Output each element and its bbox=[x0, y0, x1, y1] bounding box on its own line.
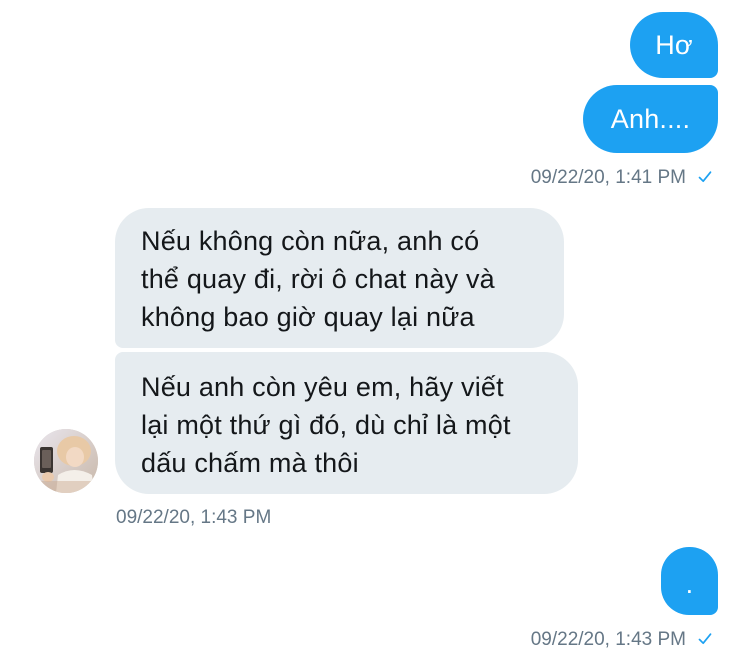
sent-message-bubble[interactable]: Anh.... bbox=[583, 85, 718, 153]
check-icon bbox=[698, 633, 712, 645]
check-icon bbox=[698, 171, 712, 183]
message-timestamp: 09/22/20, 1:43 PM bbox=[116, 507, 272, 528]
received-message-bubble[interactable]: Nếu anh còn yêu em, hãy viết lại một thứ… bbox=[115, 352, 578, 494]
avatar-photo bbox=[34, 429, 98, 493]
sent-message-bubble[interactable]: . bbox=[661, 547, 718, 615]
dm-conversation: Hơ Anh.... 09/22/20, 1:41 PM Nếu không c… bbox=[0, 0, 750, 661]
avatar[interactable] bbox=[34, 429, 98, 493]
message-timestamp: 09/22/20, 1:41 PM bbox=[530, 167, 686, 188]
received-message-bubble[interactable]: Nếu không còn nữa, anh có thể quay đi, r… bbox=[115, 208, 564, 348]
message-timestamp: 09/22/20, 1:43 PM bbox=[530, 629, 686, 650]
sent-message-bubble[interactable]: Hơ bbox=[630, 12, 718, 78]
